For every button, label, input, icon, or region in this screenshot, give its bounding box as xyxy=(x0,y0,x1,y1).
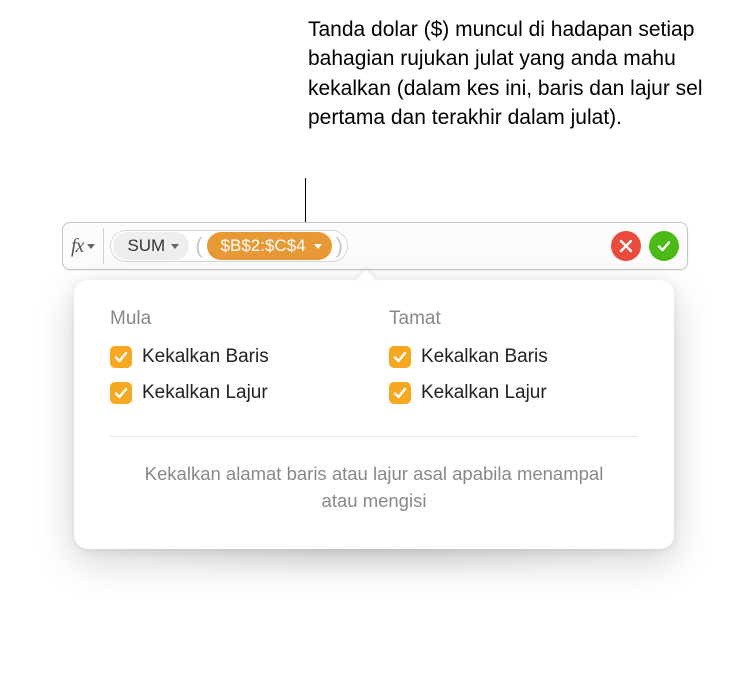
check-icon xyxy=(114,386,128,400)
end-preserve-column-option[interactable]: Kekalkan Lajur xyxy=(389,382,638,404)
start-column: Mula Kekalkan Baris Kekalkan Lajur xyxy=(110,308,359,418)
checkbox-checked[interactable] xyxy=(389,346,411,368)
checkbox-label: Kekalkan Baris xyxy=(142,346,269,368)
chevron-down-icon xyxy=(171,244,179,249)
check-icon xyxy=(393,386,407,400)
open-paren: ( xyxy=(193,233,204,259)
popover-description: Kekalkan alamat baris atau lajur asal ap… xyxy=(110,461,638,515)
range-reference-token[interactable]: $B$2:$C$4 xyxy=(207,232,332,260)
close-paren: ) xyxy=(334,233,345,259)
formula-editor: fx SUM ( $B$2:$C$4 ) xyxy=(62,222,688,270)
check-icon xyxy=(114,350,128,364)
formula-bar: fx SUM ( $B$2:$C$4 ) xyxy=(62,222,688,270)
checkbox-label: Kekalkan Baris xyxy=(421,346,548,368)
check-icon xyxy=(393,350,407,364)
formula-action-buttons xyxy=(601,231,679,261)
chevron-down-icon xyxy=(87,244,95,249)
function-token[interactable]: SUM xyxy=(113,232,189,260)
fx-label: fx xyxy=(71,235,83,258)
preserve-reference-popover: Mula Kekalkan Baris Kekalkan Lajur xyxy=(74,280,674,549)
checkbox-checked[interactable] xyxy=(110,346,132,368)
end-column: Tamat Kekalkan Baris Kekalkan Lajur xyxy=(389,308,638,418)
cancel-button[interactable] xyxy=(611,231,641,261)
range-reference-text: $B$2:$C$4 xyxy=(221,236,306,256)
checkbox-checked[interactable] xyxy=(389,382,411,404)
x-icon xyxy=(619,239,633,253)
checkbox-checked[interactable] xyxy=(110,382,132,404)
checkbox-label: Kekalkan Lajur xyxy=(142,382,268,404)
callout-annotation: Tanda dolar ($) muncul di hadapan setiap… xyxy=(308,15,718,133)
checkbox-label: Kekalkan Lajur xyxy=(421,382,547,404)
chevron-down-icon xyxy=(314,244,322,249)
popover-columns: Mula Kekalkan Baris Kekalkan Lajur xyxy=(110,308,638,418)
start-preserve-row-option[interactable]: Kekalkan Baris xyxy=(110,346,359,368)
end-header: Tamat xyxy=(389,308,638,330)
formula-token-group: SUM ( $B$2:$C$4 ) xyxy=(110,230,348,262)
check-icon xyxy=(657,239,671,253)
fx-dropdown[interactable]: fx xyxy=(71,228,104,264)
function-name: SUM xyxy=(127,236,165,256)
start-header: Mula xyxy=(110,308,359,330)
drop-shadow xyxy=(104,549,644,579)
start-preserve-column-option[interactable]: Kekalkan Lajur xyxy=(110,382,359,404)
formula-content[interactable]: SUM ( $B$2:$C$4 ) xyxy=(104,230,601,262)
end-preserve-row-option[interactable]: Kekalkan Baris xyxy=(389,346,638,368)
divider xyxy=(110,436,638,437)
accept-button[interactable] xyxy=(649,231,679,261)
